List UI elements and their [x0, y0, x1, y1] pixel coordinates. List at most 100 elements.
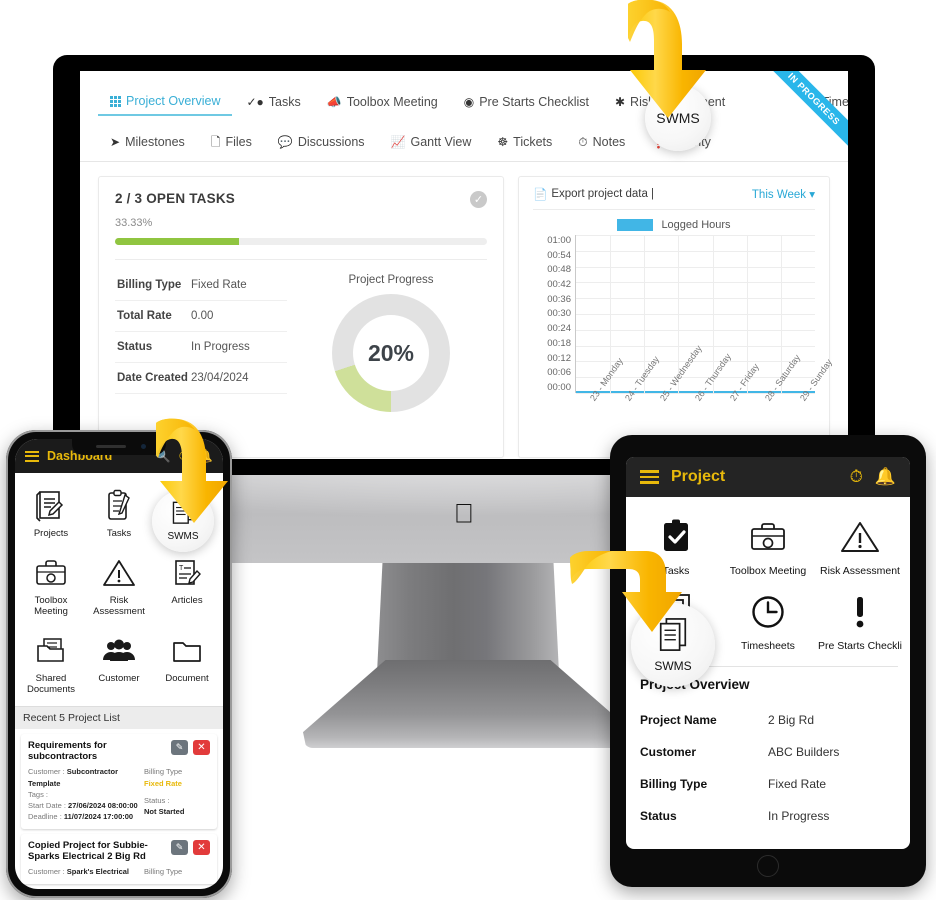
chevron-down-icon: ▾	[809, 189, 815, 201]
edit-icon[interactable]: ✎	[171, 739, 188, 755]
chart-gridline	[576, 298, 815, 300]
tab-tasks[interactable]: ✓● Tasks	[234, 89, 312, 115]
tile-label: Toolbox Meeting	[729, 565, 807, 577]
tab-toolbox-meeting[interactable]: 📣 Toolbox Meeting	[315, 89, 450, 115]
grid-icon	[110, 95, 121, 107]
tab-discussions[interactable]: 💬 Discussions	[266, 129, 377, 155]
check-circle-icon: ✓●	[246, 95, 264, 109]
desktop-monitor: IN PROGRESS Project Overview ✓● Tasks 📣 …	[53, 55, 875, 475]
chart-y-tick: 00:36	[547, 293, 571, 305]
chart-y-tick: 00:18	[547, 337, 571, 349]
project-billing-row: Billing Type Fixed Rate	[144, 766, 210, 789]
field-value: 11/07/2024 17:00:00	[63, 812, 134, 822]
overview-key: Status	[640, 808, 677, 823]
contract-document-icon	[19, 485, 83, 527]
monitor-stand-base	[303, 660, 633, 748]
tablet-header-title: Project	[671, 468, 726, 485]
pointer-arrow-phone	[156, 418, 228, 523]
phone-tile-risk-assessment[interactable]: Risk Assessment	[85, 548, 153, 624]
detail-value: 23/04/2024	[191, 372, 249, 384]
chart-y-tick: 00:06	[547, 367, 571, 379]
delete-icon[interactable]: ✕	[193, 739, 210, 755]
home-button[interactable]	[757, 855, 779, 877]
tab-pre-starts-checklist[interactable]: ◉ Pre Starts Checklist	[452, 89, 601, 115]
detail-value: 0.00	[191, 310, 214, 322]
tab-label: Toolbox Meeting	[346, 95, 438, 109]
chart-gridline	[576, 314, 815, 315]
overview-key: Project Name	[640, 712, 717, 727]
tab-label: Gantt View	[410, 135, 472, 149]
tab-gantt-view[interactable]: 📈 Gantt View	[379, 129, 484, 155]
tab-label: Project Overview	[126, 94, 221, 108]
people-group-icon	[87, 630, 151, 672]
detail-key: Total Rate	[117, 310, 172, 322]
phone-tile-toolbox-meeting[interactable]: Toolbox Meeting	[17, 548, 85, 624]
chart-gridline	[576, 329, 815, 331]
nav-row-primary: Project Overview ✓● Tasks 📣 Toolbox Meet…	[80, 81, 848, 123]
list-item[interactable]: Copied Project for Subbie-Sparks Electri…	[21, 833, 217, 884]
pointer-arrow-desktop	[628, 0, 706, 118]
bell-icon[interactable]: 🔔	[875, 467, 896, 487]
tab-timer-records[interactable]: ⏱ Timer Records	[795, 89, 848, 115]
table-row: Billing Type Fixed Rate	[115, 270, 287, 301]
tab-project-overview[interactable]: Project Overview	[98, 88, 233, 116]
field-value: 27/06/2024 08:00:00	[68, 801, 138, 811]
tablet-tile-risk-assessment[interactable]: Risk Assessment	[814, 507, 906, 582]
open-tasks-progressbar	[115, 238, 487, 245]
exclamation-icon	[816, 587, 904, 637]
table-row: Billing Type Fixed Rate	[640, 768, 896, 800]
dashboard-panels: 2 / 3 OPEN TASKS ✓ 33.33% Billing Type F…	[80, 162, 848, 458]
tablet-tile-pre-starts-checklist[interactable]: Pre Starts Checkli	[814, 582, 906, 657]
phone-tile-customer[interactable]: Customer	[85, 626, 153, 702]
warning-triangle-icon	[816, 512, 904, 562]
table-row: Customer ABC Builders	[640, 736, 896, 768]
project-fields-right: Billing Type Fixed Rate Status : Not Sta…	[144, 766, 210, 822]
edit-icon[interactable]: ✎	[171, 839, 188, 855]
toolbox-icon	[19, 552, 83, 594]
tab-tickets[interactable]: ☸ Tickets	[485, 129, 564, 155]
legend-swatch	[617, 219, 654, 231]
open-tasks-percent: 33.33%	[115, 217, 153, 229]
table-row: Status In Progress	[115, 332, 287, 363]
tile-label: Shared Documents	[26, 672, 76, 695]
week-selector-dropdown[interactable]: This Week ▾	[752, 187, 815, 201]
tablet-tile-timesheets[interactable]: Timesheets	[722, 582, 814, 657]
export-row: 📄 Export project data | This Week ▾	[533, 187, 815, 210]
detail-key: Status	[117, 341, 153, 353]
project-progress-widget: Project Progress 20%	[295, 270, 487, 412]
overview-value: ABC Builders	[768, 744, 840, 759]
files-icon: 🗋	[210, 135, 221, 149]
tab-label: Timer Records	[821, 95, 848, 109]
chart-y-tick: 00:00	[547, 381, 571, 393]
chart-y-tick: 00:42	[547, 279, 571, 291]
apple-logo-icon: 	[454, 500, 474, 527]
tile-label: Risk Assessment	[820, 565, 900, 577]
clock-icon	[724, 587, 812, 637]
delete-icon[interactable]: ✕	[193, 839, 210, 855]
phone-tile-articles[interactable]: T Articles	[153, 548, 221, 624]
project-card-body: Customer : Subcontractor Template Tags :…	[28, 766, 210, 822]
paper-plane-icon: ➤	[110, 135, 121, 149]
export-project-data-link[interactable]: 📄 Export project data |	[533, 187, 654, 201]
export-label: Export project data |	[551, 188, 655, 200]
chat-bubble-icon: 💬	[277, 135, 293, 149]
stopwatch-icon[interactable]: ⏱	[850, 467, 863, 487]
hamburger-icon[interactable]	[25, 450, 39, 462]
phone-tile-document[interactable]: Document	[153, 626, 221, 702]
phone-tile-projects[interactable]: Projects	[17, 481, 85, 546]
hamburger-icon[interactable]	[640, 470, 659, 484]
tab-files[interactable]: 🗋 Files	[199, 129, 264, 155]
tab-milestones[interactable]: ➤ Milestones	[98, 129, 197, 155]
legend-label: Logged Hours	[661, 219, 731, 231]
project-start-row: Start Date : 27/06/2024 08:00:00	[28, 800, 138, 811]
list-item[interactable]: Requirements for subcontractors ✎ ✕ Cust…	[21, 733, 217, 829]
svg-text:T: T	[179, 565, 184, 572]
status-badge: Fixed Rate	[144, 778, 182, 788]
field-key: Customer :	[28, 867, 65, 877]
project-status-row: Status : Not Started	[144, 795, 210, 818]
phone-tile-shared-documents[interactable]: Shared Documents	[17, 626, 85, 702]
tile-label: Timesheets	[741, 640, 795, 653]
tile-label: Customer	[98, 672, 140, 684]
tablet-tile-toolbox-meeting[interactable]: Toolbox Meeting	[722, 507, 814, 582]
project-card-body: Customer : Spark's Electrical Billing Ty…	[28, 866, 210, 877]
